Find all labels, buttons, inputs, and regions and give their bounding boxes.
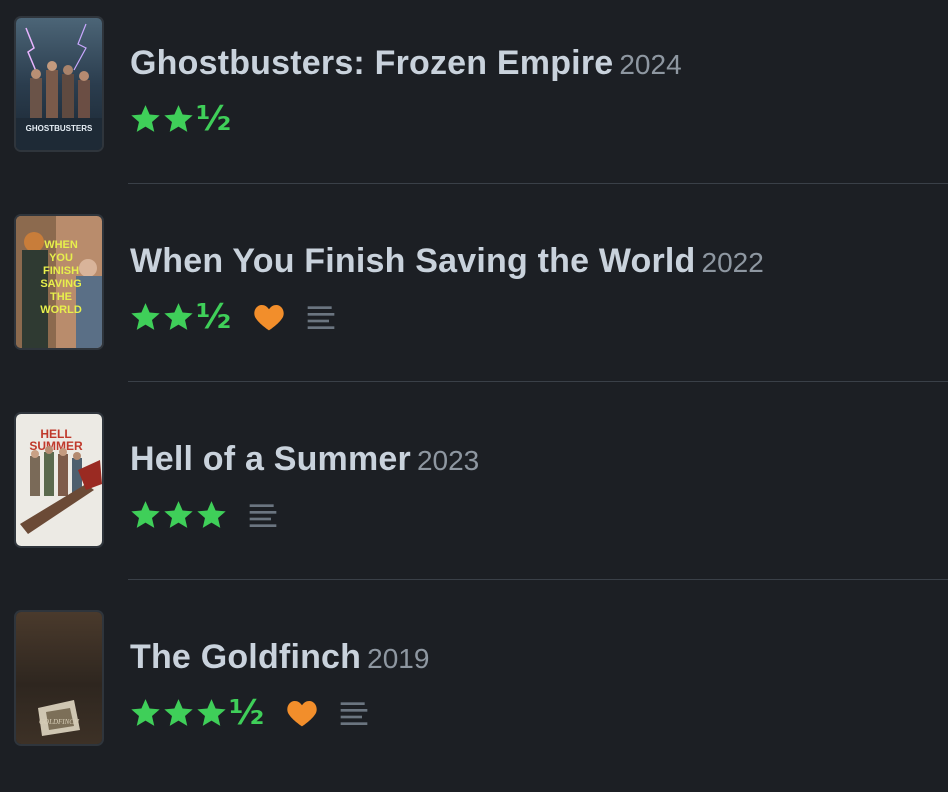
when-you-finish-caption-line: THE: [50, 291, 72, 303]
divider: [128, 381, 948, 382]
film-year[interactable]: 2023: [417, 445, 479, 476]
when-you-finish-caption-line: WORLD: [40, 304, 82, 316]
heart-icon: [287, 701, 317, 727]
ghostbusters-poster-caption: GHOSTBUSTERS: [26, 124, 93, 133]
star-icon: [164, 303, 193, 330]
star-icon: [131, 699, 160, 726]
star-icon: [164, 501, 193, 528]
rating-row: ½: [128, 693, 370, 733]
film-year[interactable]: 2024: [619, 49, 681, 80]
half-star-glyph: ½: [196, 297, 232, 337]
list-item[interactable]: GOLDFINCH The Goldfinch 2019 ½: [0, 594, 948, 792]
star-rating: ½: [128, 696, 264, 730]
star-icon: [197, 501, 226, 528]
star-icon: [164, 699, 193, 726]
when-you-finish-caption-line: WHEN: [44, 239, 78, 251]
film-year[interactable]: 2022: [702, 247, 764, 278]
when-you-finish-poster-art: WHEN YOU FINISH SAVING THE WORLD: [16, 216, 102, 348]
rating-row: ½: [128, 99, 231, 139]
divider: [128, 183, 948, 184]
list-item[interactable]: GHOSTBUSTERS Ghostbusters: Frozen Empire…: [0, 0, 948, 198]
when-you-finish-caption-line: SAVING: [40, 278, 81, 290]
diary-list: GHOSTBUSTERS Ghostbusters: Frozen Empire…: [0, 0, 948, 767]
when-you-finish-caption-line: YOU: [49, 252, 73, 264]
entry-title-line: The Goldfinch 2019: [130, 638, 429, 677]
rating-row: ½: [128, 297, 337, 337]
star-rating: ½: [128, 300, 231, 334]
goldfinch-poster[interactable]: GOLDFINCH: [16, 612, 102, 744]
film-title[interactable]: The Goldfinch: [130, 638, 361, 676]
film-year[interactable]: 2019: [367, 643, 429, 674]
star-icon: [164, 105, 193, 132]
ghostbusters-poster-art: GHOSTBUSTERS: [16, 18, 102, 150]
list-item[interactable]: WHEN YOU FINISH SAVING THE WORLD When Yo…: [0, 198, 948, 396]
film-title[interactable]: Hell of a Summer: [130, 440, 411, 478]
half-star-glyph: ½: [196, 99, 232, 139]
rating-row: [128, 495, 279, 535]
entry-title-line: Hell of a Summer 2023: [130, 440, 479, 479]
list-item[interactable]: HELL SUMMER Hell of a Summer 2023: [0, 396, 948, 594]
ghostbusters-poster[interactable]: GHOSTBUSTERS: [16, 18, 102, 150]
review-lines-icon: [340, 702, 368, 725]
star-icon: [197, 699, 226, 726]
film-title[interactable]: When You Finish Saving the World: [130, 242, 696, 280]
review-lines-icon: [307, 306, 335, 329]
goldfinch-poster-art: GOLDFINCH: [16, 612, 102, 744]
entry-title-line: When You Finish Saving the World 2022: [130, 242, 764, 281]
hell-of-a-summer-poster-art: HELL SUMMER: [16, 414, 102, 546]
heart-icon: [254, 305, 284, 331]
hell-of-a-summer-poster[interactable]: HELL SUMMER: [16, 414, 102, 546]
star-rating: ½: [128, 102, 231, 136]
star-icon: [131, 303, 160, 330]
star-rating: [128, 498, 227, 532]
when-you-finish-poster[interactable]: WHEN YOU FINISH SAVING THE WORLD: [16, 216, 102, 348]
divider: [128, 579, 948, 580]
entry-title-line: Ghostbusters: Frozen Empire 2024: [130, 44, 682, 83]
star-icon: [131, 105, 160, 132]
goldfinch-poster-caption: GOLDFINCH: [39, 718, 80, 726]
review-lines-icon: [249, 504, 277, 527]
half-star-glyph: ½: [229, 693, 265, 733]
when-you-finish-caption-line: FINISH: [43, 265, 79, 277]
star-icon: [131, 501, 160, 528]
film-title[interactable]: Ghostbusters: Frozen Empire: [130, 44, 613, 82]
